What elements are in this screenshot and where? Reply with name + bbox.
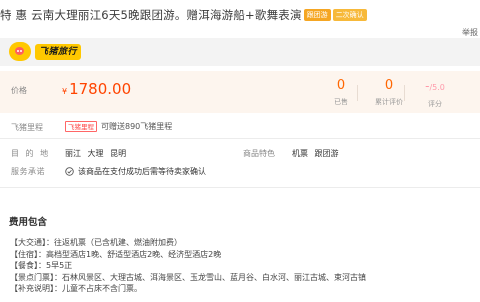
fee-details: 【大交通】：往返机票（已含机建、燃油附加费） 【住宿】：高档型酒店1晚、舒适型酒… [10, 237, 366, 295]
tag-secondary-confirm: 二次确认 [332, 9, 367, 21]
product-title: 特 惠 云南大理丽江6天5晚跟团游。赠洱海游船+歌舞表演 [0, 8, 302, 22]
fee-line-tickets: 【景点门票】：石林风景区、大理古城、洱海景区、玉龙雪山、蓝月谷、白水河、丽江古城… [10, 272, 366, 282]
service-promise: 该商品在支付成功后需等待卖家确认 [65, 166, 206, 177]
check-circle-icon [65, 167, 74, 176]
mileage-label: 飞猪里程 [11, 123, 43, 132]
report-link[interactable]: 举报 [462, 27, 478, 38]
mileage-badge: 飞猪里程 [65, 121, 97, 132]
fliggy-logo[interactable]: 飞猪旅行 [9, 42, 114, 61]
divider [0, 187, 480, 188]
fee-line-meals: 【餐食】：5早5正 [10, 261, 73, 270]
divider [0, 138, 480, 139]
rating-label: 评分 [428, 100, 442, 108]
stat-rating: -/5.0 评分 [405, 79, 465, 109]
fee-line-notes: 【补充说明】：儿童不占床不含门票。 [10, 284, 142, 293]
fee-line-hotel: 【住宿】：高档型酒店1晚、舒适型酒店2晚、经济型酒店2晚 [10, 249, 222, 259]
tag-group-tour: 跟团游 [303, 9, 331, 21]
price-value: ¥ 1780.00 [62, 80, 131, 98]
price-label: 价格 [11, 86, 27, 95]
product-title-row: 特 惠 云南大理丽江6天5晚跟团游。赠洱海游船+歌舞表演 跟团游 二次确认 [0, 6, 367, 24]
logo-text: 飞猪旅行 [35, 43, 82, 60]
features-label: 商品特色 [243, 149, 275, 158]
features-value: 机票 跟团游 [292, 149, 339, 158]
fee-line-transport: 【大交通】：往返机票（已含机建、燃油附加费） [10, 238, 182, 247]
fee-section-title: 费用包含 [9, 217, 48, 228]
mileage-text: 可赠送890飞猪里程 [101, 122, 173, 131]
currency-symbol: ¥ [62, 87, 68, 96]
promise-text: 该商品在支付成功后需等待卖家确认 [78, 167, 206, 176]
pig-logo-icon [9, 42, 31, 61]
price-number: 1780.00 [69, 80, 132, 98]
promise-label: 服务承诺 [11, 167, 45, 176]
rating-value: -/5.0 [405, 79, 465, 95]
destination-value: 丽江 大理 昆明 [65, 149, 127, 158]
stat-divider [357, 85, 358, 101]
destination-label: 目 的 地 [11, 149, 51, 158]
rating-scale: /5.0 [429, 83, 445, 92]
mileage-info: 飞猪里程 可赠送890飞猪里程 [65, 121, 172, 132]
